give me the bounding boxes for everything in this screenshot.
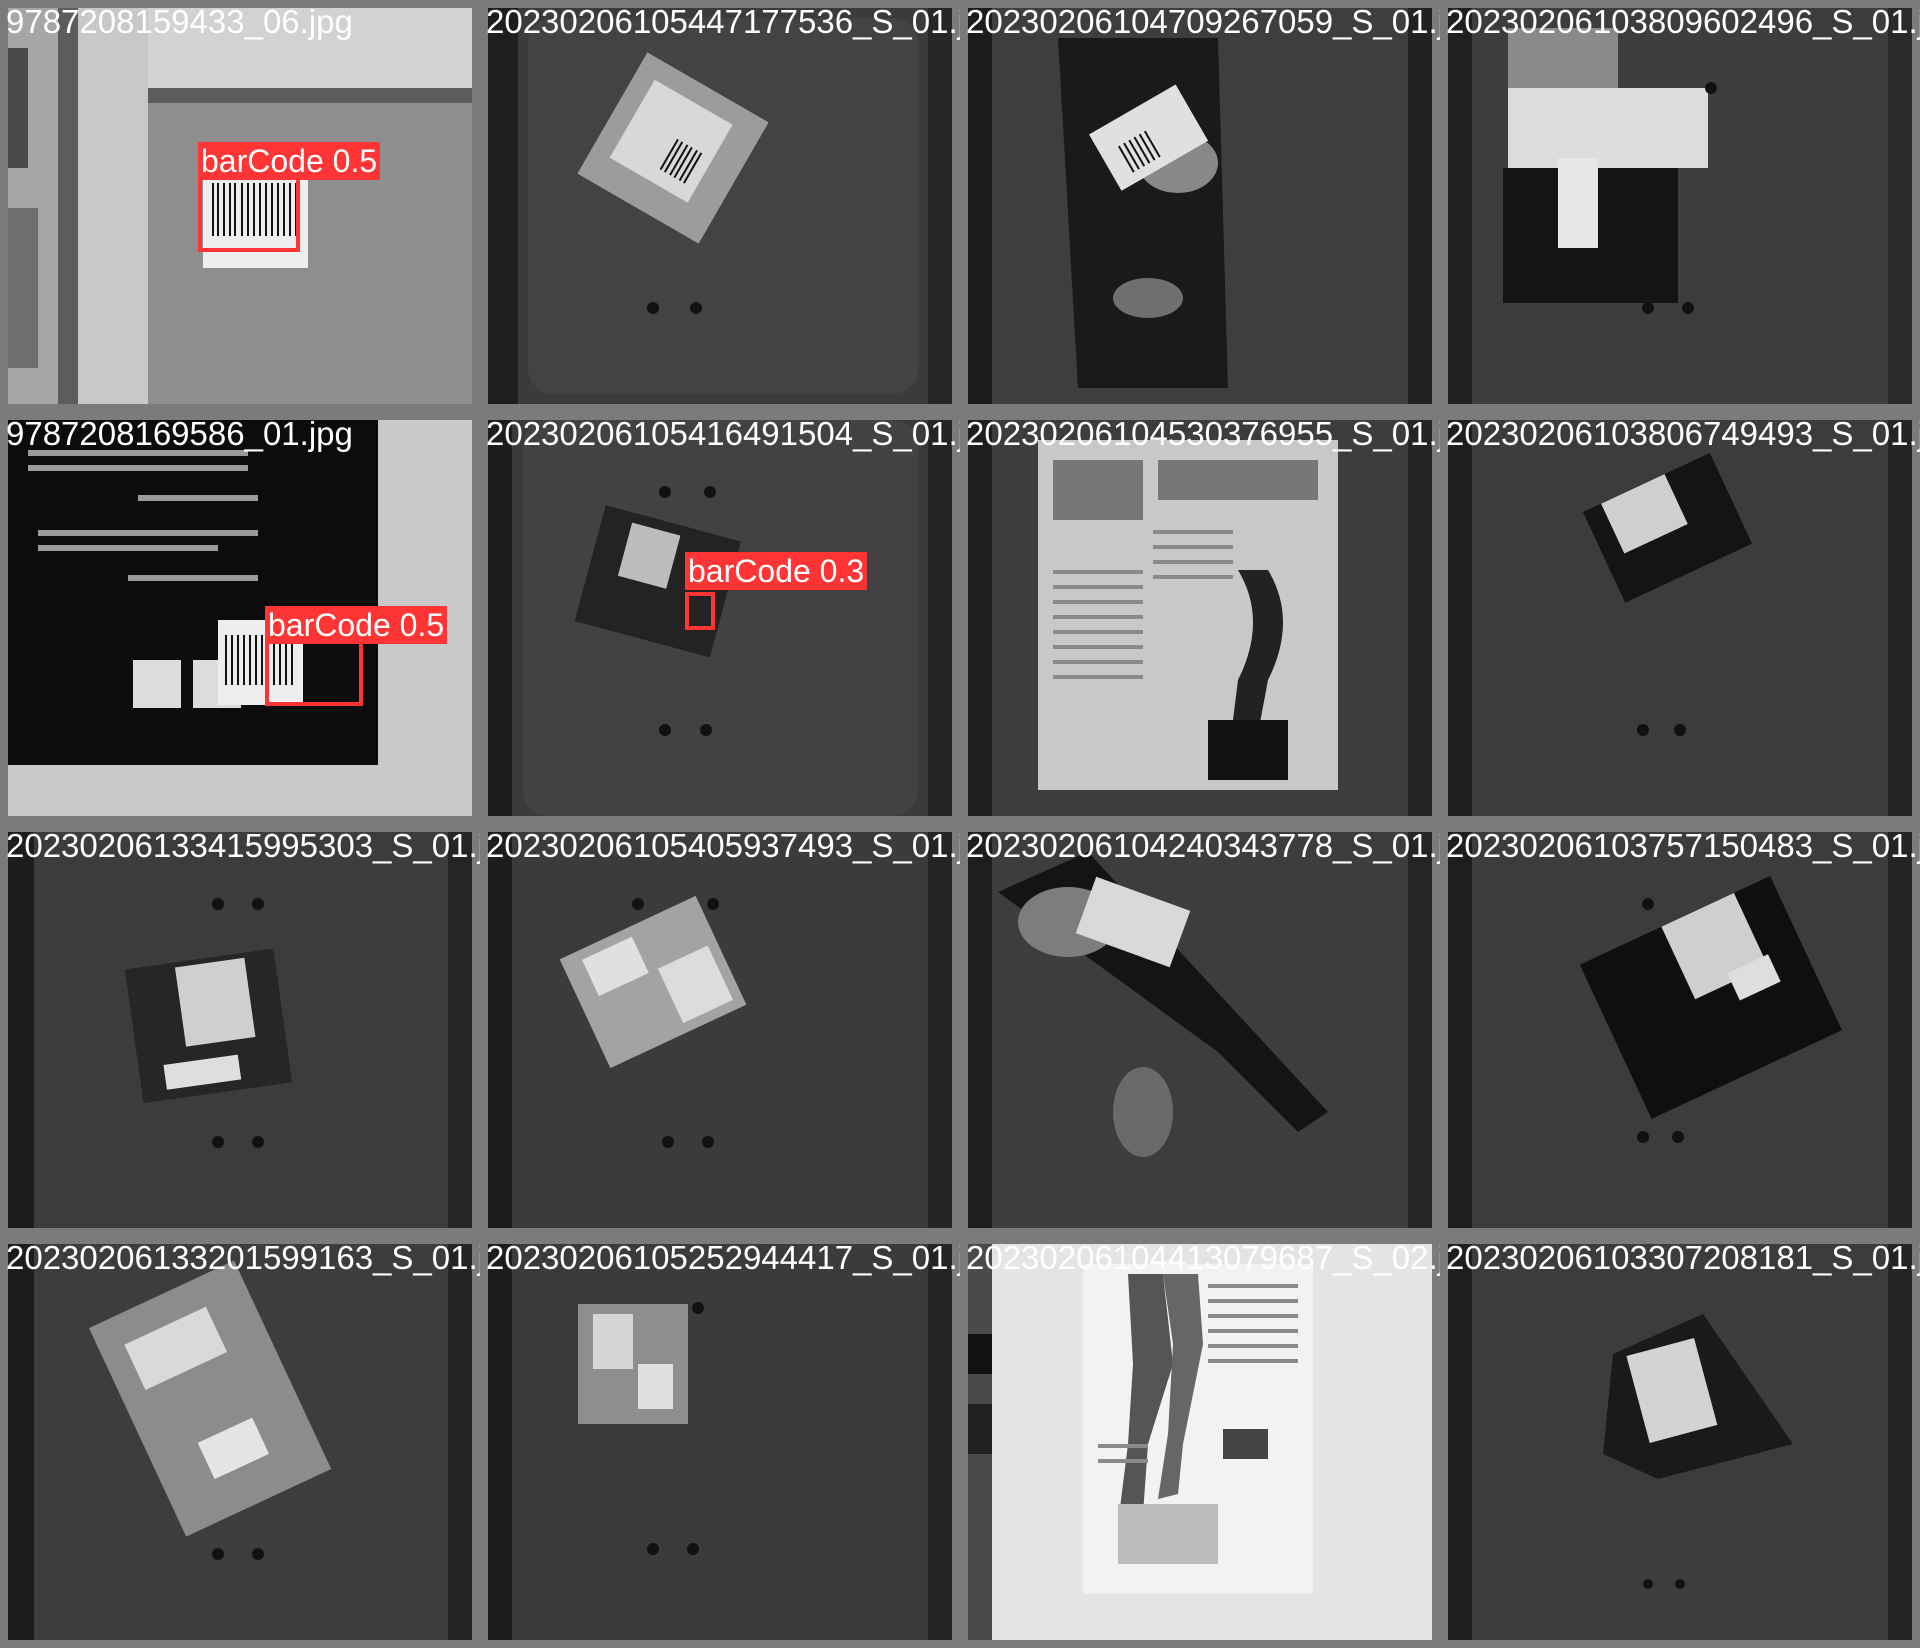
mosaic-tile: 20230206133201599163_S_01.jpg [0, 1236, 480, 1648]
photo [1448, 420, 1912, 816]
image-filename: 20230206105447177536_S_01.jpg [486, 3, 960, 40]
detection-label: barCode 0.5 [265, 606, 448, 644]
photo [968, 8, 1432, 404]
image-filename: 20230206104240343778_S_01.jpg [966, 827, 1440, 864]
image-filename: 20230206133415995303_S_01.jpg [6, 827, 480, 864]
photo [488, 1244, 952, 1640]
mosaic-tile: 20230206103757150483_S_01.jpg [1440, 824, 1920, 1236]
mosaic-grid: 9787208159433_06.jpg barCode 0.5 2023020… [0, 0, 1920, 1648]
mosaic-tile: 9787208169586_01.jpg barCode 0.5 [0, 412, 480, 824]
photo [1448, 832, 1912, 1228]
image-filename: 9787208169586_01.jpg [6, 415, 353, 452]
image-filename: 9787208159433_06.jpg [6, 3, 353, 40]
mosaic-tile: 20230206103307208181_S_01.jpg [1440, 1236, 1920, 1648]
image-filename: 20230206105252944417_S_01.jpg [486, 1239, 960, 1276]
detection-box [265, 638, 363, 706]
image-filename: 20230206105416491504_S_01.jpg [486, 415, 960, 452]
photo [968, 420, 1432, 816]
image-filename: 20230206103757150483_S_01.jpg [1446, 827, 1920, 864]
image-filename: 20230206104709267059_S_01.jpg [966, 3, 1440, 40]
mosaic-tile: 20230206105405937493_S_01.jpg [480, 824, 960, 1236]
image-filename: 20230206105405937493_S_01.jpg [486, 827, 960, 864]
mosaic-tile: 20230206105252944417_S_01.jpg [480, 1236, 960, 1648]
mosaic-tile: 20230206103809602496_S_01.jpg [1440, 0, 1920, 412]
mosaic-tile: 9787208159433_06.jpg barCode 0.5 [0, 0, 480, 412]
mosaic-tile: 20230206104530376955_S_01.jpg [960, 412, 1440, 824]
photo [968, 832, 1432, 1228]
detection-box [198, 170, 300, 252]
photo [8, 1244, 472, 1640]
image-filename: 20230206133201599163_S_01.jpg [6, 1239, 480, 1276]
photo [1448, 8, 1912, 404]
image-filename: 20230206103307208181_S_01.jpg [1446, 1239, 1920, 1276]
mosaic-tile: 20230206104413079687_S_02.jpg [960, 1236, 1440, 1648]
image-filename: 20230206104530376955_S_01.jpg [966, 415, 1440, 452]
photo [488, 832, 952, 1228]
photo [488, 8, 952, 404]
photo [968, 1244, 1432, 1640]
mosaic-tile: 20230206103806749493_S_01.jpg [1440, 412, 1920, 824]
mosaic-tile: 20230206133415995303_S_01.jpg [0, 824, 480, 1236]
image-filename: 20230206104413079687_S_02.jpg [966, 1239, 1440, 1276]
mosaic-tile: 20230206105447177536_S_01.jpg [480, 0, 960, 412]
photo [8, 832, 472, 1228]
image-filename: 20230206103809602496_S_01.jpg [1446, 3, 1920, 40]
detection-box [685, 592, 715, 630]
photo [488, 420, 952, 816]
detection-label: barCode 0.5 [198, 142, 381, 180]
image-filename: 20230206103806749493_S_01.jpg [1446, 415, 1920, 452]
mosaic-tile: 20230206104709267059_S_01.jpg [960, 0, 1440, 412]
mosaic-tile: 20230206105416491504_S_01.jpg barCode 0.… [480, 412, 960, 824]
photo [1448, 1244, 1912, 1640]
mosaic-tile: 20230206104240343778_S_01.jpg [960, 824, 1440, 1236]
detection-label: barCode 0.3 [685, 552, 868, 590]
